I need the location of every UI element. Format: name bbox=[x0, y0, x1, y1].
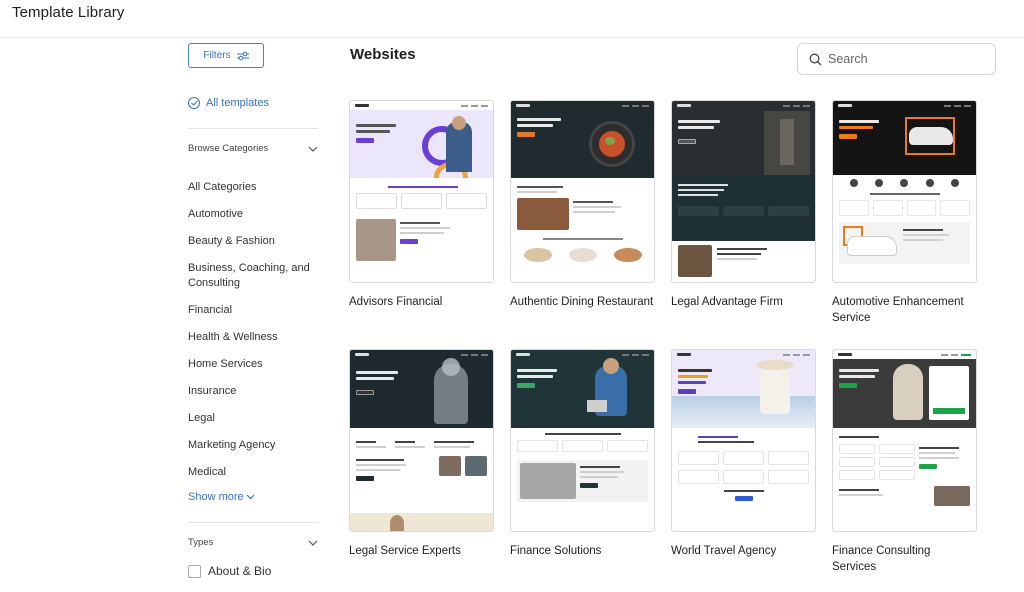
top-bar: Template Library bbox=[0, 0, 1024, 38]
sliders-icon bbox=[236, 51, 249, 60]
type-checkbox[interactable] bbox=[188, 564, 201, 578]
type-about-bio[interactable]: About & Bio bbox=[188, 564, 271, 578]
types-toggle[interactable]: Types bbox=[188, 537, 318, 548]
type-label: About & Bio bbox=[208, 564, 272, 578]
template-card-finance-solutions[interactable]: Finance Solutions bbox=[510, 349, 655, 559]
show-more-link[interactable]: Show more bbox=[188, 491, 255, 503]
filters-label: Filters bbox=[203, 50, 231, 61]
filter-sidebar: Filters All templates Browse Categories … bbox=[188, 38, 318, 592]
template-name: World Travel Agency bbox=[671, 545, 777, 557]
template-name: Automotive Enhancement Service bbox=[832, 296, 964, 324]
template-card-legal-advantage[interactable]: Legal Advantage Firm bbox=[671, 100, 816, 310]
browse-categories-label: Browse Categories bbox=[188, 143, 269, 154]
template-thumbnail bbox=[349, 349, 494, 532]
category-automotive[interactable]: Automotive bbox=[188, 207, 243, 222]
template-card-authentic-dining[interactable]: Authentic Dining Restaurant bbox=[510, 100, 655, 310]
all-templates-link[interactable]: All templates bbox=[188, 97, 269, 109]
template-card-world-travel-agency[interactable]: World Travel Agency bbox=[671, 349, 816, 559]
template-thumbnail bbox=[832, 349, 977, 532]
check-circle-icon bbox=[188, 97, 200, 109]
divider bbox=[188, 522, 318, 523]
category-financial[interactable]: Financial bbox=[188, 303, 232, 318]
template-card-legal-service-experts[interactable]: Legal Service Experts bbox=[349, 349, 494, 559]
template-name: Finance Solutions bbox=[510, 545, 602, 557]
category-legal[interactable]: Legal bbox=[188, 411, 215, 426]
search-box[interactable] bbox=[797, 43, 996, 75]
template-card-advisors-financial[interactable]: Advisors Financial bbox=[349, 100, 494, 310]
template-thumbnail bbox=[510, 100, 655, 283]
template-card-automotive-enhancement[interactable]: Automotive Enhancement Service bbox=[832, 100, 977, 326]
template-name: Advisors Financial bbox=[349, 296, 443, 308]
category-insurance[interactable]: Insurance bbox=[188, 384, 236, 399]
template-thumbnail bbox=[510, 349, 655, 532]
section-title: Websites bbox=[350, 46, 416, 63]
category-health-wellness[interactable]: Health & Wellness bbox=[188, 330, 278, 345]
chevron-down-icon bbox=[308, 146, 318, 152]
category-beauty-fashion[interactable]: Beauty & Fashion bbox=[188, 234, 275, 249]
template-name: Authentic Dining Restaurant bbox=[510, 296, 654, 308]
template-name: Finance Consulting Services bbox=[832, 545, 931, 573]
template-thumbnail bbox=[671, 100, 816, 283]
filters-button[interactable]: Filters bbox=[188, 43, 264, 68]
category-home-services[interactable]: Home Services bbox=[188, 357, 263, 372]
browse-categories-toggle[interactable]: Browse Categories bbox=[188, 143, 318, 154]
category-all[interactable]: All Categories bbox=[188, 180, 256, 195]
all-templates-label: All templates bbox=[206, 97, 269, 109]
template-name: Legal Service Experts bbox=[349, 545, 461, 557]
template-thumbnail bbox=[671, 349, 816, 532]
template-card-finance-consulting[interactable]: Finance Consulting Services bbox=[832, 349, 977, 575]
chevron-down-icon bbox=[308, 540, 318, 546]
divider bbox=[188, 128, 318, 129]
search-icon bbox=[809, 53, 822, 65]
template-thumbnail bbox=[349, 100, 494, 283]
category-marketing-agency[interactable]: Marketing Agency bbox=[188, 438, 275, 453]
template-thumbnail bbox=[832, 100, 977, 283]
category-business-coaching[interactable]: Business, Coaching, and Consulting bbox=[188, 261, 313, 291]
template-name: Legal Advantage Firm bbox=[671, 296, 783, 308]
show-more-label: Show more bbox=[188, 491, 244, 503]
category-medical[interactable]: Medical bbox=[188, 465, 226, 480]
page-title: Template Library bbox=[12, 4, 125, 21]
search-input[interactable] bbox=[828, 52, 978, 66]
chevron-down-icon bbox=[246, 494, 255, 500]
types-label: Types bbox=[188, 537, 214, 548]
